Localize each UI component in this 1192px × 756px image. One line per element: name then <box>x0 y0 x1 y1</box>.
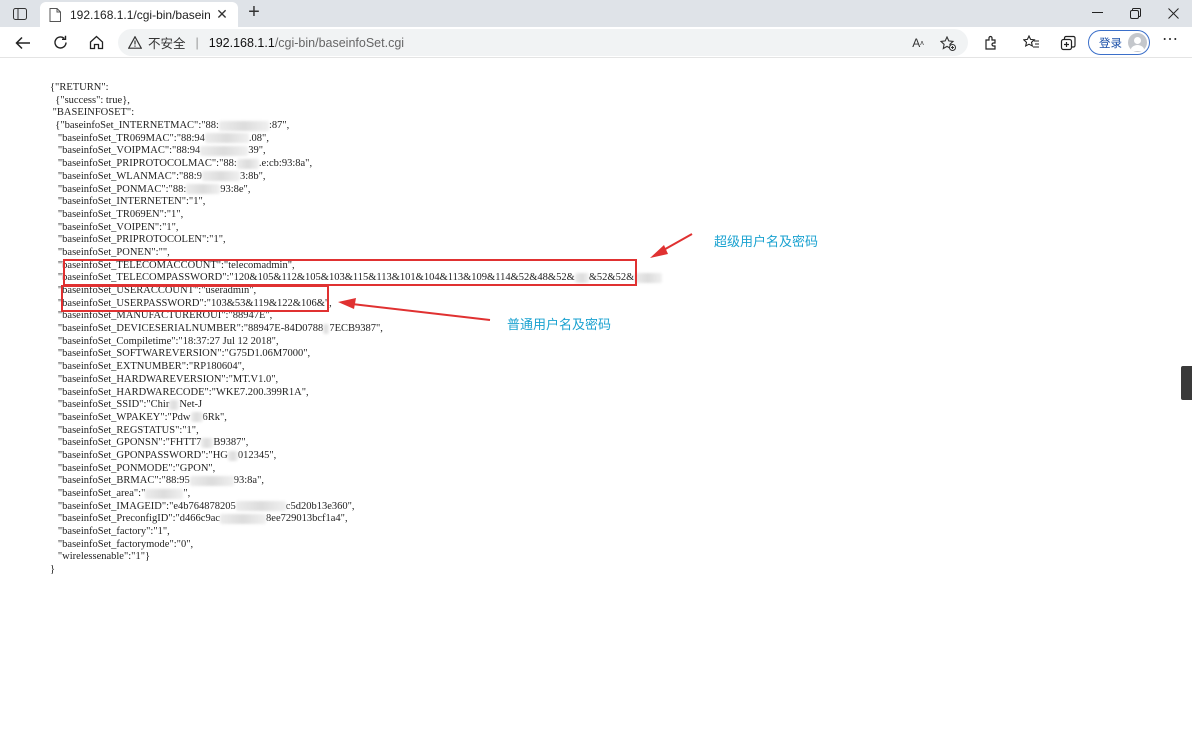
normal-user-annotation: 普通用户名及密码 <box>507 318 612 333</box>
super-user-arrow-head <box>650 245 668 258</box>
sidebar-handle[interactable] <box>1181 366 1192 400</box>
normal-user-arrow-head <box>338 298 356 309</box>
normal-user-arrow <box>351 303 491 321</box>
annotation-arrows <box>338 233 693 321</box>
super-user-annotation: 超级用户名及密码 <box>714 235 819 250</box>
